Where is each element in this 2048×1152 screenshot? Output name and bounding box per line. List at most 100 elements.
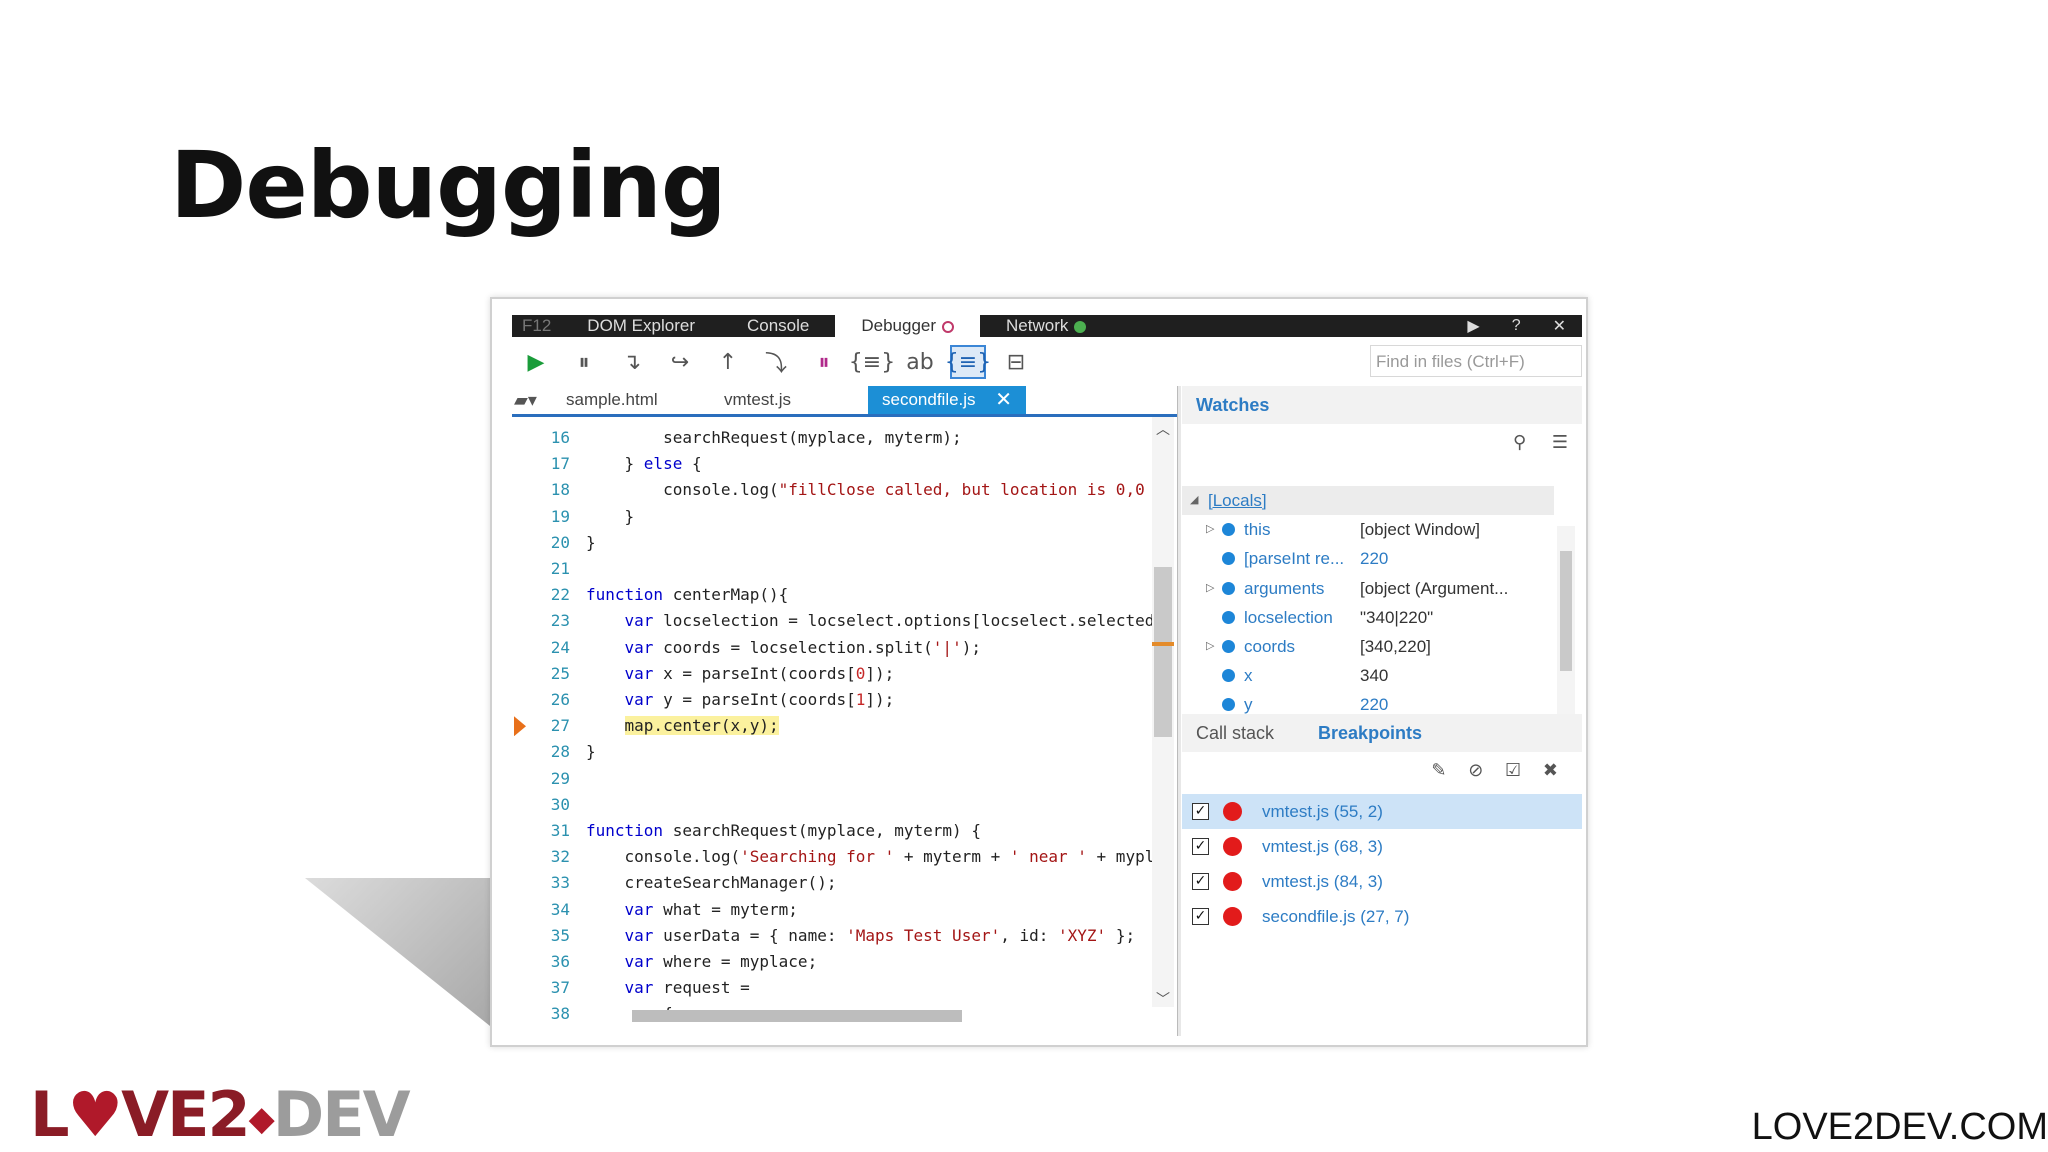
code-line[interactable]: 17 } else { [512, 451, 1172, 477]
code-text: console.log("fillClose called, but locat… [586, 480, 1164, 500]
console-toggle-icon[interactable]: ▶ [1451, 316, 1495, 336]
watch-row[interactable]: x 340 [1182, 661, 1554, 690]
tab-debugger[interactable]: Debugger [835, 315, 981, 337]
breakpoint-location[interactable]: vmtest.js (68, 3) [1262, 837, 1383, 857]
line-number: 16 [550, 428, 570, 447]
breakpoint-location[interactable]: secondfile.js (27, 7) [1262, 907, 1409, 927]
word-wrap-button[interactable]: ab [896, 345, 944, 379]
decorative-shadow [305, 878, 505, 1038]
tab-call-stack[interactable]: Call stack [1182, 723, 1288, 744]
pretty-print-button[interactable]: {≡} [848, 345, 896, 379]
breakpoint-checkbox[interactable]: ✓ [1192, 803, 1209, 820]
tab-dom-explorer[interactable]: DOM Explorer [561, 315, 721, 337]
current-line-marker [1152, 642, 1174, 646]
open-document-icon[interactable]: ▰▾ [512, 390, 552, 411]
just-my-code-button[interactable]: {≡} [945, 345, 991, 379]
help-icon[interactable]: ? [1496, 317, 1537, 335]
code-line[interactable]: 18 console.log("fillClose called, but lo… [512, 477, 1172, 503]
close-icon[interactable]: ✕ [1537, 316, 1582, 336]
line-number: 28 [550, 742, 570, 762]
watch-row[interactable]: ▷ arguments [object (Argument... [1182, 574, 1554, 603]
break-on-new-worker-button[interactable]: ⤵ [752, 345, 800, 379]
delete-all-breakpoints-icon[interactable]: ✖ [1543, 760, 1558, 781]
break-all-button[interactable]: ⏸ [560, 345, 608, 379]
exception-behavior-button[interactable]: ⏸ [800, 345, 848, 379]
breakpoint-checkbox[interactable]: ✓ [1192, 873, 1209, 890]
code-text: var where = myplace; [624, 952, 818, 971]
current-breakpoint-icon[interactable] [514, 716, 526, 737]
code-horizontal-scrollbar[interactable] [632, 1010, 962, 1022]
scroll-up-icon[interactable]: ︿ [1156, 419, 1170, 439]
breakpoint-row[interactable]: ✓ vmtest.js (55, 2) [1182, 794, 1582, 829]
code-text: var coords = locselection.split('|'); [624, 637, 981, 657]
code-line[interactable]: 29 [512, 766, 1172, 792]
breakpoint-checkbox[interactable]: ✓ [1192, 838, 1209, 855]
breakpoint-checkbox[interactable]: ✓ [1192, 908, 1209, 925]
expand-arrow-icon[interactable]: ▷ [1206, 632, 1214, 661]
code-line[interactable]: 20} [512, 530, 1172, 556]
watch-row[interactable]: ▷ coords [340,220] [1182, 632, 1554, 661]
tab-console[interactable]: Console [721, 315, 835, 337]
watches-scrollbar[interactable] [1557, 526, 1575, 716]
pane-splitter[interactable] [1177, 386, 1181, 1036]
code-line[interactable]: 26 var y = parseInt(coords[1]); [512, 687, 1172, 713]
code-line[interactable]: 25 var x = parseInt(coords[0]); [512, 661, 1172, 687]
breakpoint-location[interactable]: vmtest.js (55, 2) [1262, 802, 1383, 822]
code-vertical-scrollbar[interactable]: ︿ ﹀ [1152, 417, 1174, 1007]
breakpoint-location[interactable]: vmtest.js (84, 3) [1262, 872, 1383, 892]
code-line[interactable]: 22 function centerMap(){ [512, 582, 1172, 608]
file-tab-vmtest-js[interactable]: vmtest.js [710, 386, 868, 414]
step-out-button[interactable]: ↑ [704, 345, 752, 379]
code-line[interactable]: 33 createSearchManager(); [512, 870, 1172, 896]
tab-network[interactable]: Network [980, 315, 1112, 337]
code-line[interactable]: 31 function searchRequest(myplace, myterm… [512, 818, 1172, 844]
scroll-down-icon[interactable]: ﹀ [1156, 989, 1170, 1009]
watch-row[interactable]: locselection "340|220" [1182, 603, 1554, 632]
code-text: var x = parseInt(coords[0]); [624, 663, 895, 683]
breakpoint-row[interactable]: ✓ vmtest.js (84, 3) [1182, 864, 1582, 899]
code-line[interactable]: 21 [512, 556, 1172, 582]
watch-row[interactable]: ▷ this [object Window] [1182, 515, 1554, 544]
code-line[interactable]: 23 var locselection = locselect.options[… [512, 608, 1172, 634]
line-number: 21 [550, 559, 570, 578]
code-text: var what = myterm; [624, 899, 798, 919]
file-tab-secondfile-js[interactable]: secondfile.js ✕ [868, 386, 1026, 414]
code-line[interactable]: 30 [512, 792, 1172, 818]
step-into-button[interactable]: ↴ [608, 345, 656, 379]
line-number: 29 [550, 768, 570, 788]
edit-breakpoint-icon[interactable]: ✎ [1431, 760, 1446, 781]
step-over-button[interactable]: ↪ [656, 345, 704, 379]
code-editor[interactable]: 38 {37 var request = 36 var where = mypla… [512, 414, 1177, 1034]
line-number: 23 [550, 611, 570, 631]
code-line[interactable]: 27 map.center(x,y); [512, 713, 1172, 739]
expand-arrow-icon[interactable]: ▷ [1206, 515, 1214, 544]
watch-group-locals[interactable]: ◢ [Locals] [1182, 486, 1554, 515]
continue-button[interactable]: ▶ [512, 345, 560, 379]
breakpoint-row[interactable]: ✓ secondfile.js (27, 7) [1182, 899, 1582, 934]
code-line[interactable]: 35 var userData = { name: 'Maps Test Use… [512, 923, 1172, 949]
collapse-arrow-icon[interactable]: ◢ [1190, 486, 1198, 515]
tab-breakpoints[interactable]: Breakpoints [1288, 723, 1436, 744]
watch-row[interactable]: [parseInt re... 220 [1182, 544, 1554, 573]
add-watch-icon[interactable]: ⚲ [1513, 432, 1526, 453]
code-line[interactable]: 19 } [512, 504, 1172, 530]
source-map-button[interactable]: ⊟ [992, 345, 1040, 379]
watches-scrollbar-thumb[interactable] [1560, 551, 1572, 671]
close-tab-icon[interactable]: ✕ [995, 386, 1012, 414]
enable-all-breakpoints-icon[interactable]: ☑ [1505, 760, 1521, 781]
code-line[interactable]: 37 var request = [512, 975, 1172, 1001]
disable-all-breakpoints-icon[interactable]: ⊘ [1468, 760, 1483, 781]
scrollbar-thumb[interactable] [1154, 567, 1172, 737]
code-line[interactable]: 24 var coords = locselection.split('|'); [512, 635, 1172, 661]
breakpoint-row[interactable]: ✓ vmtest.js (68, 3) [1182, 829, 1582, 864]
file-tab-sample-html[interactable]: sample.html [552, 386, 710, 414]
code-line[interactable]: 28} [512, 739, 1172, 765]
code-line[interactable]: 16 searchRequest(myplace, myterm); [512, 425, 1172, 451]
code-line[interactable]: 32 console.log('Searching for ' + myterm… [512, 844, 1172, 870]
f12-label: F12 [522, 316, 552, 335]
delete-all-watches-icon[interactable]: ☰ [1552, 432, 1568, 453]
expand-arrow-icon[interactable]: ▷ [1206, 574, 1214, 603]
find-in-files-input[interactable]: Find in files (Ctrl+F) [1370, 345, 1582, 377]
code-line[interactable]: 34 var what = myterm; [512, 897, 1172, 923]
code-line[interactable]: 36 var where = myplace; [512, 949, 1172, 975]
